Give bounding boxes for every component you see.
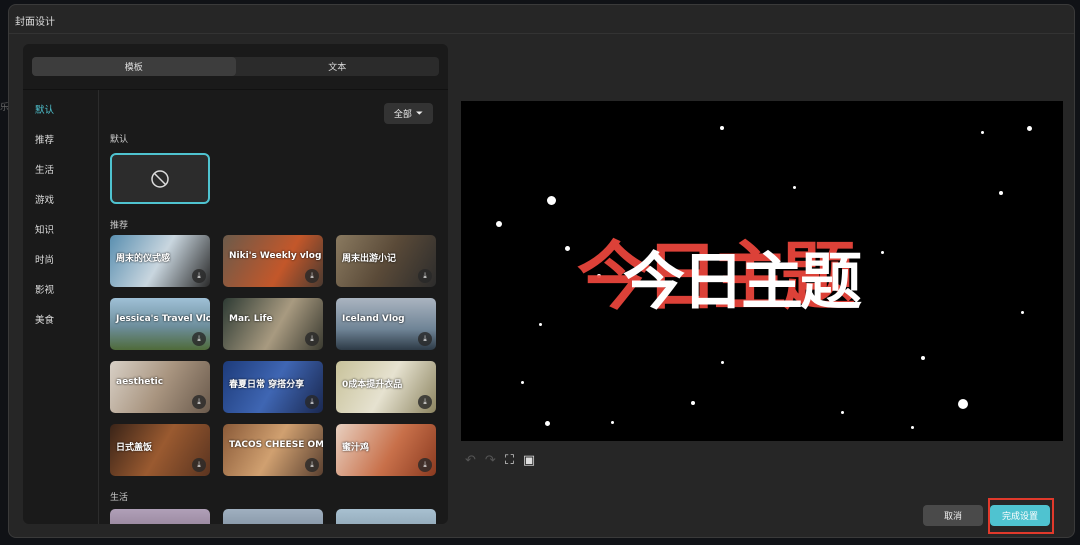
- sparkle-dot: [981, 131, 984, 134]
- download-icon[interactable]: ⤓: [305, 458, 319, 472]
- tab-text[interactable]: 文本: [236, 57, 440, 76]
- template-title: 春夏日常 穿搭分享: [229, 380, 305, 390]
- sidebar-item[interactable]: 游戏: [35, 192, 54, 206]
- sparkle-dot: [496, 221, 502, 227]
- download-icon[interactable]: ⤓: [418, 395, 432, 409]
- download-icon[interactable]: ⤓: [192, 395, 206, 409]
- crop-icon[interactable]: ⛶: [505, 453, 514, 468]
- template-thumb-partial[interactable]: [223, 509, 323, 524]
- template-title: aesthetic: [116, 377, 164, 387]
- download-icon[interactable]: ⤓: [305, 269, 319, 283]
- template-thumb[interactable]: Niki's Weekly vlog ⤓: [223, 235, 323, 287]
- sparkle-dot: [921, 356, 925, 360]
- section-life-label: 生活: [110, 493, 129, 503]
- template-title: Niki's Weekly vlog: [229, 251, 322, 261]
- template-thumb[interactable]: aesthetic ⤓: [110, 361, 210, 413]
- tab-bar: 模板 文本: [32, 57, 439, 76]
- highlight-box: [988, 498, 1054, 534]
- template-thumb-partial[interactable]: [110, 509, 210, 524]
- preview-toolbar: ↶ ↷ ⛶ ▣: [465, 453, 535, 468]
- template-thumb-partial[interactable]: [336, 509, 436, 524]
- sparkle-dot: [521, 381, 524, 384]
- template-panel: 模板 文本 默认 推荐 生活 游戏 知识 时尚 影视 美食 全部 ⏷ 默认 推荐 周末的仪式感…: [23, 44, 448, 524]
- sparkle-dot: [793, 186, 796, 189]
- filter-icon: ⏷: [415, 108, 424, 119]
- redo-icon[interactable]: ↷: [485, 453, 496, 468]
- template-title: 周末的仪式感: [116, 254, 171, 264]
- sidebar-item[interactable]: 默认: [35, 102, 54, 116]
- download-icon[interactable]: ⤓: [192, 332, 206, 346]
- template-thumb[interactable]: 春夏日常 穿搭分享 ⤓: [223, 361, 323, 413]
- template-thumb[interactable]: TACOS CHEESE OMELETTE ⤓: [223, 424, 323, 476]
- template-title: 日式盖饭: [116, 443, 153, 453]
- divider: [9, 33, 1074, 34]
- template-title: Iceland Vlog: [342, 314, 405, 324]
- sidebar-item[interactable]: 时尚: [35, 252, 54, 266]
- sparkle-dot: [691, 401, 695, 405]
- sidebar-item[interactable]: 知识: [35, 222, 54, 236]
- sidebar-item[interactable]: 美食: [35, 312, 54, 326]
- sparkle-dot: [881, 251, 884, 254]
- sparkle-dot: [1021, 311, 1024, 314]
- sidebar-item[interactable]: 影视: [35, 282, 54, 296]
- sparkle-dot: [999, 191, 1003, 195]
- no-template-card[interactable]: [110, 153, 210, 204]
- template-title: 蜜汁鸡: [342, 443, 370, 453]
- template-thumb[interactable]: Mar. Life ⤓: [223, 298, 323, 350]
- template-thumb[interactable]: Jessica's Travel Vlog ⤓: [110, 298, 210, 350]
- sparkle-dot: [841, 411, 844, 414]
- sparkle-dot: [565, 246, 570, 251]
- none-icon: [151, 169, 169, 188]
- template-title: 0成本提升衣品: [342, 380, 403, 390]
- cover-preview[interactable]: 今日主题 今日主题: [461, 101, 1063, 441]
- dialog-title: 封面设计: [15, 17, 55, 28]
- download-icon[interactable]: ⤓: [418, 269, 432, 283]
- sparkle-dot: [539, 323, 542, 326]
- category-sidebar: 默认推荐生活游戏知识时尚影视美食: [23, 90, 99, 524]
- template-thumb[interactable]: 周末出游小记 ⤓: [336, 235, 436, 287]
- sparkle-dot: [721, 361, 724, 364]
- template-thumb[interactable]: 0成本提升衣品 ⤓: [336, 361, 436, 413]
- download-icon[interactable]: ⤓: [192, 458, 206, 472]
- undo-icon[interactable]: ↶: [465, 453, 476, 468]
- template-title: 周末出游小记: [342, 254, 397, 264]
- template-thumb[interactable]: 周末的仪式感 ⤓: [110, 235, 210, 287]
- template-thumb[interactable]: 蜜汁鸡 ⤓: [336, 424, 436, 476]
- download-icon[interactable]: ⤓: [418, 332, 432, 346]
- sidebar-item[interactable]: 推荐: [35, 132, 54, 146]
- sparkle-dot: [1027, 126, 1032, 131]
- template-title: Mar. Life: [229, 314, 273, 324]
- sparkle-dot: [545, 421, 550, 426]
- download-icon[interactable]: ⤓: [192, 269, 206, 283]
- sparkle-dot: [958, 399, 968, 409]
- filter-button[interactable]: 全部 ⏷: [384, 103, 433, 124]
- sparkle-dot: [911, 426, 914, 429]
- sparkle-dot: [547, 196, 556, 205]
- section-recommend-label: 推荐: [110, 221, 129, 231]
- cover-design-dialog: 封面设计 模板 文本 默认 推荐 生活 游戏 知识 时尚 影视 美食 全部 ⏷ 默认 推荐 周…: [8, 4, 1075, 538]
- cancel-button[interactable]: 取消: [923, 505, 983, 526]
- template-thumb[interactable]: 日式盖饭 ⤓: [110, 424, 210, 476]
- download-icon[interactable]: ⤓: [305, 332, 319, 346]
- sparkle-dot: [720, 126, 724, 130]
- filter-label: 全部: [393, 110, 412, 120]
- section-default-label: 默认: [110, 135, 129, 145]
- replace-image-icon[interactable]: ▣: [523, 453, 535, 468]
- template-thumb[interactable]: Iceland Vlog ⤓: [336, 298, 436, 350]
- download-icon[interactable]: ⤓: [305, 395, 319, 409]
- template-title: Jessica's Travel Vlog: [116, 314, 210, 324]
- sidebar-item[interactable]: 生活: [35, 162, 54, 176]
- download-icon[interactable]: ⤓: [418, 458, 432, 472]
- tab-template[interactable]: 模板: [32, 57, 236, 76]
- sparkle-dot: [611, 421, 614, 424]
- template-title: TACOS CHEESE OMELETTE: [229, 440, 323, 450]
- headline-text[interactable]: 今日主题: [623, 231, 862, 321]
- template-list[interactable]: 全部 ⏷ 默认 推荐 周末的仪式感 ⤓ Niki's Weekly vlog ⤓ 周末出…: [100, 90, 448, 524]
